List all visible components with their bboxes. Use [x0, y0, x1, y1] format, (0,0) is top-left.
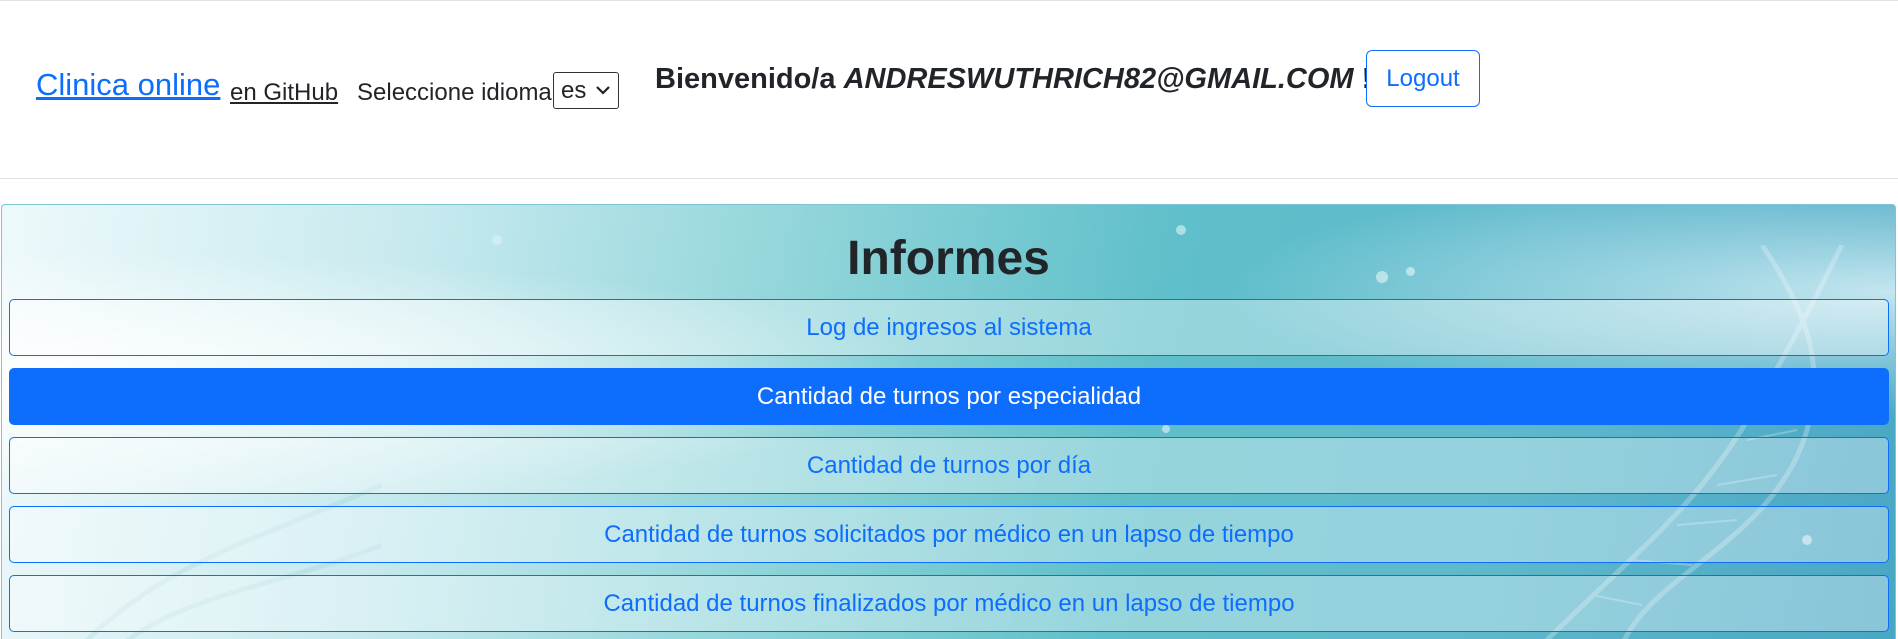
chevron-down-icon: [596, 86, 610, 95]
github-link[interactable]: en GitHub: [230, 79, 338, 107]
navbar: Clinica online en GitHub Seleccione idio…: [0, 0, 1898, 179]
language-select-value: es: [561, 77, 587, 104]
report-login-log-button[interactable]: Log de ingresos al sistema: [9, 299, 1889, 356]
brand-link[interactable]: Clinica online: [36, 67, 220, 103]
welcome-message: Bienvenido/a ANDRESWUTHRICH82@GMAIL.COM …: [655, 63, 1381, 96]
welcome-prefix: Bienvenido/a: [655, 63, 836, 95]
report-by-day-button[interactable]: Cantidad de turnos por día: [9, 437, 1889, 494]
report-finished-by-doctor-button[interactable]: Cantidad de turnos finalizados por médic…: [9, 575, 1889, 632]
reports-panel: Informes Log de ingresos al sistema Cant…: [1, 204, 1896, 639]
report-requested-by-doctor-button[interactable]: Cantidad de turnos solicitados por médic…: [9, 506, 1889, 563]
page-title: Informes: [847, 232, 1050, 285]
welcome-user-email: ANDRESWUTHRICH82@GMAIL.COM: [843, 63, 1354, 95]
report-by-specialty-button[interactable]: Cantidad de turnos por especialidad: [9, 368, 1889, 425]
language-label: Seleccione idioma: [357, 79, 552, 106]
bokeh-dot: [1162, 425, 1170, 433]
language-select[interactable]: es: [553, 72, 619, 109]
logout-button[interactable]: Logout: [1366, 50, 1480, 107]
